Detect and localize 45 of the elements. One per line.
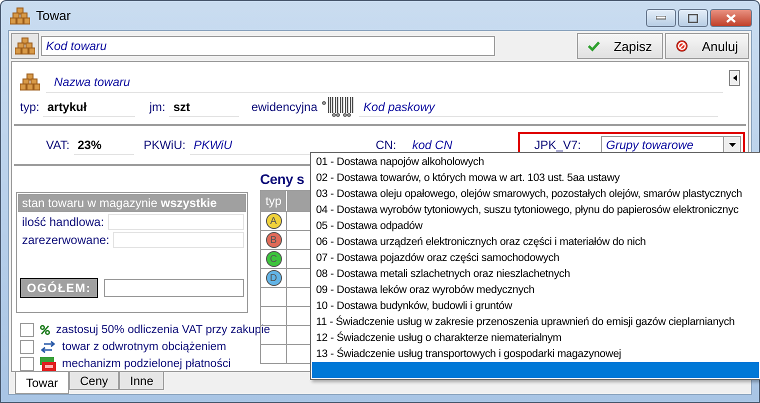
name-field[interactable]: Nazwa towaru <box>46 71 723 93</box>
price-type-badge: A <box>266 213 282 229</box>
unit-label: jm: <box>149 100 166 114</box>
vat-value[interactable]: 23% <box>74 136 134 154</box>
stock-title: stan towaru w magazynie wszystkie <box>18 194 246 212</box>
stock-label: ilość handlowa: <box>22 215 104 229</box>
tab[interactable]: Ceny <box>69 372 120 390</box>
dropdown-option[interactable]: 02 - Dostawa towarów, o których mowa w art. 103 ust. 5aa ustawy <box>312 170 759 186</box>
column-header: typ <box>261 191 287 211</box>
option-label: zastosuj 50% odliczenia VAT przy zakupie <box>56 324 270 336</box>
dropdown-option[interactable]: 01 - Dostawa napojów alkoholowych <box>312 154 759 170</box>
unit-value[interactable]: szt <box>169 98 240 116</box>
stock-label: zarezerwowane: <box>22 233 110 247</box>
barcode-field[interactable]: Kod paskowy <box>359 98 718 116</box>
tab[interactable]: Inne <box>119 372 164 390</box>
window-title: Towar <box>36 8 72 23</box>
price-type-badge: C <box>266 251 282 267</box>
dropdown-option[interactable]: 07 - Dostawa pojazdów oraz części samochodowych <box>312 250 759 266</box>
save-button[interactable]: Zapisz <box>577 33 663 59</box>
code-field[interactable]: Kod towaru <box>41 36 495 56</box>
pkwiu-label: PKWiU: <box>144 138 186 152</box>
dropdown-option[interactable]: 09 - Dostawa leków oraz wyrobów medycznych <box>312 282 759 298</box>
barcode-label: ewidencyjna <box>251 100 318 114</box>
dropdown-option[interactable]: 10 - Dostawa budynków, budowli i gruntów <box>312 298 759 314</box>
dropdown-option[interactable]: 13 - Świadczenie usług transportowych i gospodarki magazynowej <box>312 346 759 362</box>
dropdown-option[interactable]: 05 - Dostawa odpadów <box>312 218 759 234</box>
dropdown-option[interactable]: 04 - Dostawa wyrobów tytoniowych, suszu tytoniowego, płynu do papierosów elektronicznyc <box>312 202 759 218</box>
dropdown-option[interactable]: 08 - Dostawa metali szlachetnych oraz nieszlachetnych <box>312 266 759 282</box>
price-type-badge: D <box>266 270 282 286</box>
price-type-badge: B <box>266 232 282 248</box>
option-label: mechanizm podzielonej płatności <box>62 358 231 370</box>
vat-label: VAT: <box>46 138 70 152</box>
dropdown-option[interactable]: 03 - Dostawa oleju opałowego, olejów smarowych, pozostałych olejów, smarów plastycznych <box>312 186 759 202</box>
cancel-button[interactable]: Anuluj <box>665 33 749 59</box>
dropdown-option[interactable]: 11 - Świadczenie usług w zakresie przenoszenia uprawnień do emisji gazów cieplarnianych <box>312 314 759 330</box>
type-value[interactable]: artykuł <box>43 98 136 116</box>
dropdown-option[interactable]: 12 - Świadczenie usług o charakterze niematerialnym <box>312 330 759 346</box>
prices-title: Ceny s <box>260 170 304 189</box>
dropdown-option[interactable]: 06 - Dostawa urządzeń elektronicznych oraz części i materiałów do nich <box>312 234 759 250</box>
cn-label: CN: <box>376 138 396 152</box>
type-label: typ: <box>20 100 40 114</box>
jpk-label: JPK_V7: <box>534 138 581 152</box>
option-label: towar z odwrotnym obciążeniem <box>62 341 226 353</box>
total-label: OGÓŁEM: <box>20 278 98 298</box>
tab[interactable]: Towar <box>15 372 69 394</box>
